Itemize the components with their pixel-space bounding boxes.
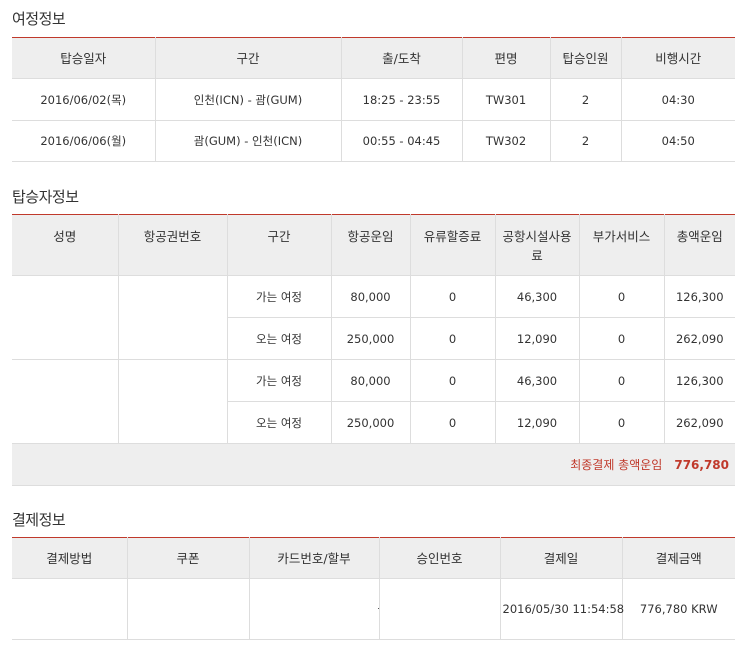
- passenger-fuel: 0: [409, 359, 495, 402]
- passenger-airport-fee: 12,090: [494, 317, 579, 360]
- itinerary-duration: 04:30: [620, 78, 735, 121]
- payment-method: [12, 578, 127, 640]
- dot-mark: [377, 608, 379, 609]
- passengers-total-cell: 최종결제 총액운임 776,780: [12, 443, 735, 486]
- passengers-table: 성명 항공권번호 구간 항공운임 유류할증료 공항시설사용료 부가서비스 총액운…: [12, 214, 735, 486]
- passengers-section-title: 탑승자정보: [12, 188, 79, 206]
- passenger-leg: 오는 여정: [226, 317, 331, 360]
- passenger-total: 262,090: [663, 317, 735, 360]
- passenger-ticket-number: [117, 275, 227, 360]
- payment-header-card: 카드번호/할부: [248, 537, 379, 579]
- payment-header-method: 결제방법: [12, 537, 127, 579]
- passenger-airport-fee: 46,300: [494, 359, 579, 402]
- itinerary-flight: TW302: [461, 120, 550, 162]
- itinerary-header-row: 탑승일자 구간 출/도착 편명 탑승인원 비행시간: [12, 37, 735, 79]
- passenger-fuel: 0: [409, 275, 495, 318]
- passengers-header-row: 성명 항공권번호 구간 항공운임 유류할증료 공항시설사용료 부가서비스 총액운…: [12, 214, 735, 276]
- passenger-extra-service: 0: [578, 317, 664, 360]
- payment-date: 2016/05/30 11:54:58: [499, 578, 624, 640]
- itinerary-time: 00:55 - 04:45: [340, 120, 462, 162]
- passengers-header-total: 총액운임: [663, 214, 735, 276]
- passengers-header-fuel: 유류할증료: [409, 214, 495, 276]
- payment-header-approval: 승인번호: [378, 537, 500, 579]
- passenger-leg-row: 가는 여정 80,000 0 46,300 0 126,300: [12, 359, 735, 444]
- itinerary-header-date: 탑승일자: [12, 37, 155, 79]
- passenger-total: 126,300: [663, 275, 735, 318]
- itinerary-duration: 04:50: [620, 120, 735, 162]
- final-total-label: 최종결제 총액운임: [570, 458, 663, 472]
- passenger-airport-fee: 46,300: [494, 275, 579, 318]
- itinerary-route: 인천(ICN) - 괌(GUM): [154, 78, 341, 121]
- itinerary-date: 2016/06/02(목): [12, 78, 155, 121]
- itinerary-header-pax: 탑승인원: [549, 37, 621, 79]
- payment-table: 결제방법 쿠폰 카드번호/할부 승인번호 결제일 결제금액 2016/05/30…: [12, 537, 735, 640]
- payment-approval-number: [378, 578, 500, 640]
- passenger-fuel: 0: [409, 401, 495, 444]
- passenger-leg-row: 가는 여정 80,000 0 46,300 0 126,300: [12, 275, 735, 360]
- passenger-extra-service: 0: [578, 275, 664, 318]
- passenger-fuel: 0: [409, 317, 495, 360]
- passengers-total-row: 최종결제 총액운임 776,780: [12, 443, 735, 486]
- itinerary-header-route: 구간: [154, 37, 341, 79]
- passenger-total: 262,090: [663, 401, 735, 444]
- payment-card-number: [248, 578, 379, 640]
- payment-header-row: 결제방법 쿠폰 카드번호/할부 승인번호 결제일 결제금액: [12, 537, 735, 579]
- itinerary-route: 괌(GUM) - 인천(ICN): [154, 120, 341, 162]
- payment-section-title: 결제정보: [12, 511, 66, 529]
- passenger-airport-fee: 12,090: [494, 401, 579, 444]
- passengers-header-extra: 부가서비스: [578, 214, 664, 276]
- itinerary-header-flight: 편명: [461, 37, 550, 79]
- passenger-total: 126,300: [663, 359, 735, 402]
- passenger-extra-service: 0: [578, 359, 664, 402]
- passenger-extra-service: 0: [578, 401, 664, 444]
- passenger-name: [12, 359, 118, 444]
- payment-coupon: [126, 578, 249, 640]
- passenger-leg: 오는 여정: [226, 401, 331, 444]
- payment-header-coupon: 쿠폰: [126, 537, 249, 579]
- payment-header-date: 결제일: [499, 537, 622, 579]
- payment-header-amount: 결제금액: [621, 537, 735, 579]
- itinerary-table: 탑승일자 구간 출/도착 편명 탑승인원 비행시간 2016/06/02(목) …: [12, 37, 735, 162]
- itinerary-pax: 2: [549, 120, 621, 162]
- payment-amount: 776,780 KRW: [621, 578, 735, 640]
- passengers-header-airport: 공항시설사용료: [494, 214, 579, 276]
- passenger-fare: 250,000: [330, 401, 410, 444]
- itinerary-date: 2016/06/06(월): [12, 120, 155, 162]
- passenger-leg: 가는 여정: [226, 359, 331, 402]
- passenger-leg: 가는 여정: [226, 275, 331, 318]
- passenger-fare: 250,000: [330, 317, 410, 360]
- passengers-header-ticket: 항공권번호: [117, 214, 227, 276]
- itinerary-row: 2016/06/06(월) 괌(GUM) - 인천(ICN) 00:55 - 0…: [12, 120, 735, 162]
- passengers-header-fare: 항공운임: [330, 214, 410, 276]
- passenger-ticket-number: [117, 359, 227, 444]
- passenger-fare: 80,000: [330, 359, 410, 402]
- itinerary-pax: 2: [549, 78, 621, 121]
- passenger-name: [12, 275, 118, 360]
- payment-row: 2016/05/30 11:54:58 776,780 KRW: [12, 578, 735, 640]
- passengers-header-name: 성명: [12, 214, 118, 276]
- itinerary-flight: TW301: [461, 78, 550, 121]
- itinerary-section-title: 여정정보: [12, 10, 66, 28]
- itinerary-header-time: 출/도착: [340, 37, 462, 79]
- itinerary-header-duration: 비행시간: [620, 37, 735, 79]
- passengers-header-leg: 구간: [226, 214, 331, 276]
- itinerary-row: 2016/06/02(목) 인천(ICN) - 괌(GUM) 18:25 - 2…: [12, 78, 735, 121]
- passenger-fare: 80,000: [330, 275, 410, 318]
- final-total-value: 776,780: [674, 458, 729, 472]
- itinerary-time: 18:25 - 23:55: [340, 78, 462, 121]
